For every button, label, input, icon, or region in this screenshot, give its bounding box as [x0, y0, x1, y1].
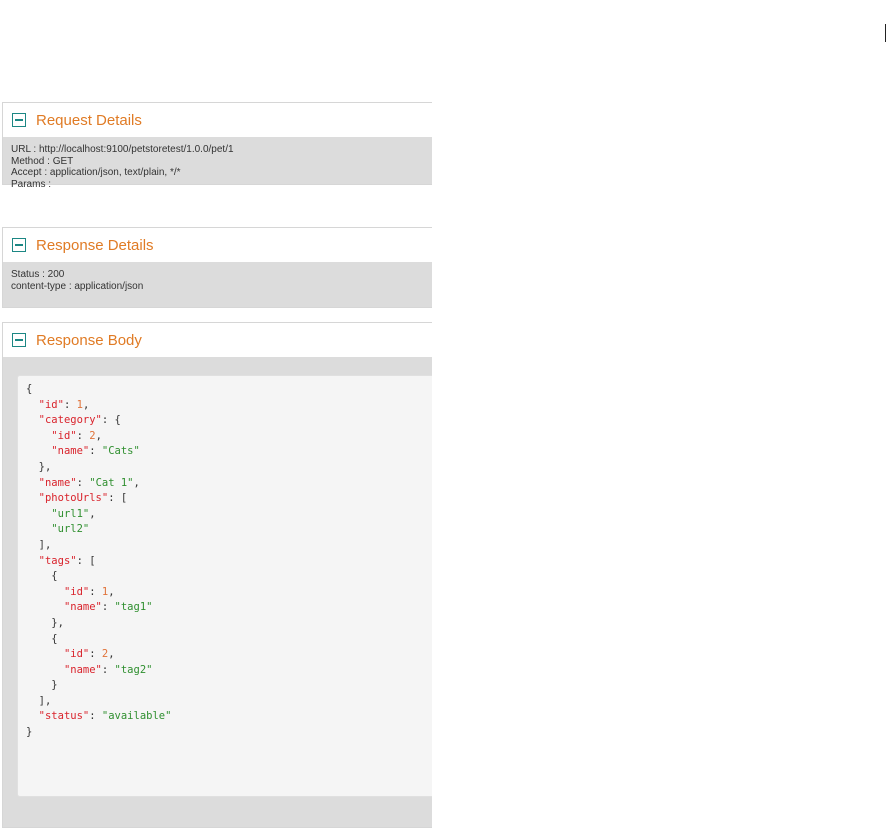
- collapse-icon[interactable]: [12, 333, 26, 347]
- request-method: Method : GET: [11, 155, 74, 167]
- response-body-title: Response Body: [36, 331, 142, 349]
- response-content-type: content-type : application/json: [11, 280, 144, 292]
- response-details-panel: Response Details Status : 200 content-ty…: [2, 227, 432, 308]
- collapse-icon[interactable]: [12, 113, 26, 127]
- request-details-title: Request Details: [36, 111, 142, 129]
- request-details-header[interactable]: Request Details: [3, 103, 432, 137]
- request-details-panel: Request Details URL : http://localhost:9…: [2, 102, 432, 190]
- request-accept: Accept : application/json, text/plain, *…: [11, 167, 181, 178]
- response-details-header[interactable]: Response Details: [3, 228, 432, 262]
- window-edge-line: [885, 24, 886, 42]
- collapse-icon[interactable]: [12, 238, 26, 252]
- response-body-header[interactable]: Response Body: [3, 323, 432, 357]
- response-details-body: Status : 200 content-type : application/…: [3, 262, 432, 307]
- response-body-panel: Response Body { "id": 1, "category": { "…: [2, 322, 432, 828]
- response-body-content: { "id": 1, "category": { "id": 2, "name"…: [3, 357, 432, 827]
- json-code-block: { "id": 1, "category": { "id": 2, "name"…: [17, 375, 432, 797]
- request-params: Params :: [11, 178, 52, 190]
- request-url: URL : http://localhost:9100/petstoretest…: [11, 144, 234, 155]
- response-details-title: Response Details: [36, 236, 154, 254]
- response-status: Status : 200: [11, 269, 65, 280]
- request-details-body: URL : http://localhost:9100/petstoretest…: [3, 137, 432, 190]
